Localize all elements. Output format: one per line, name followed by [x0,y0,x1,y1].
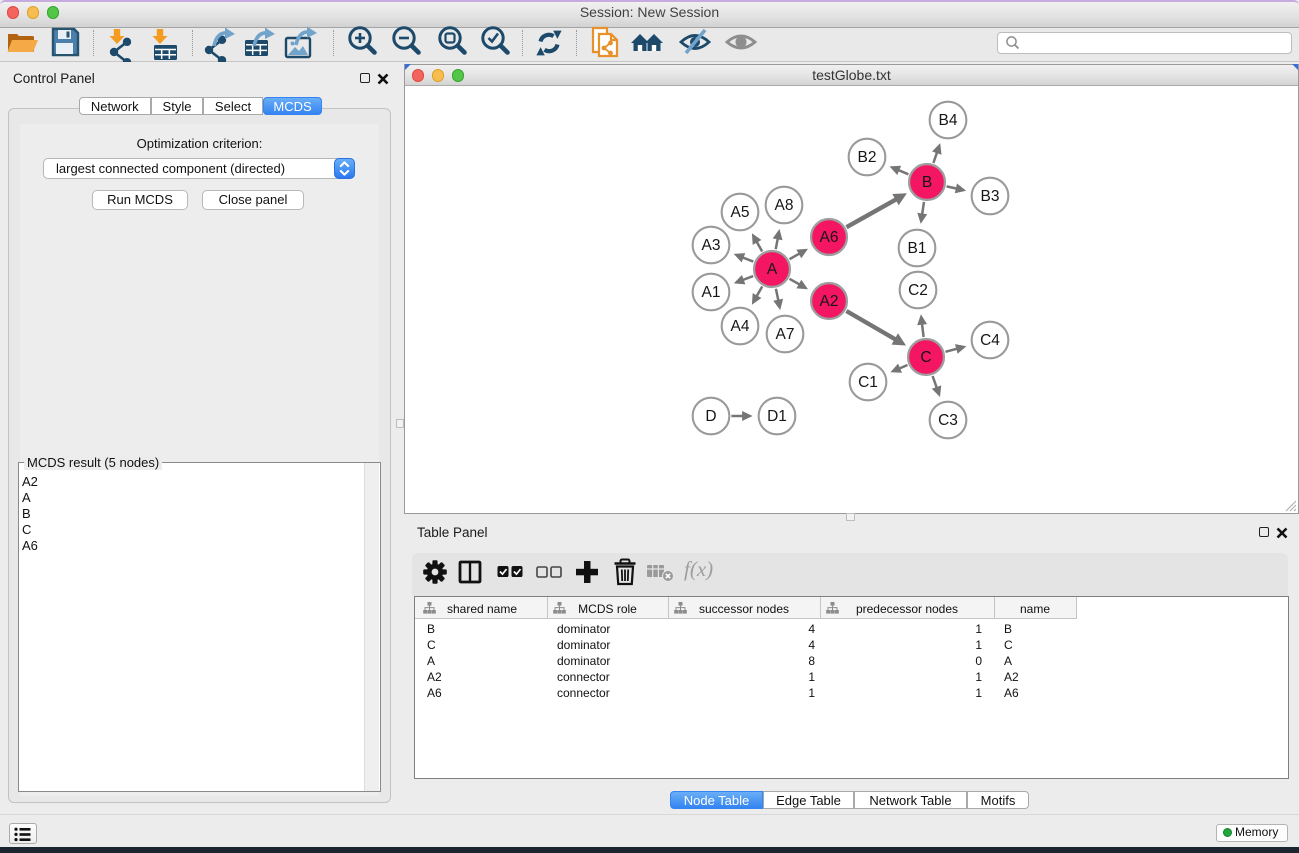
svg-text:B3: B3 [981,188,1000,205]
svg-text:C: C [920,349,931,366]
svg-text:A6: A6 [820,229,839,246]
svg-text:A1: A1 [702,284,721,301]
svg-text:A4: A4 [731,318,750,335]
svg-text:A2: A2 [820,293,839,310]
svg-text:D: D [705,408,716,425]
svg-text:C1: C1 [858,374,878,391]
svg-text:A7: A7 [776,326,795,343]
svg-text:B2: B2 [858,149,877,166]
svg-text:A5: A5 [731,204,750,221]
svg-text:A3: A3 [702,237,721,254]
svg-text:C4: C4 [980,332,1000,349]
svg-text:C3: C3 [938,412,958,429]
svg-text:C2: C2 [908,282,928,299]
svg-text:A8: A8 [775,197,794,214]
svg-text:B1: B1 [908,240,927,257]
svg-text:B: B [922,174,932,191]
svg-text:B4: B4 [939,112,958,129]
svg-text:D1: D1 [767,408,787,425]
svg-text:A: A [767,261,778,278]
